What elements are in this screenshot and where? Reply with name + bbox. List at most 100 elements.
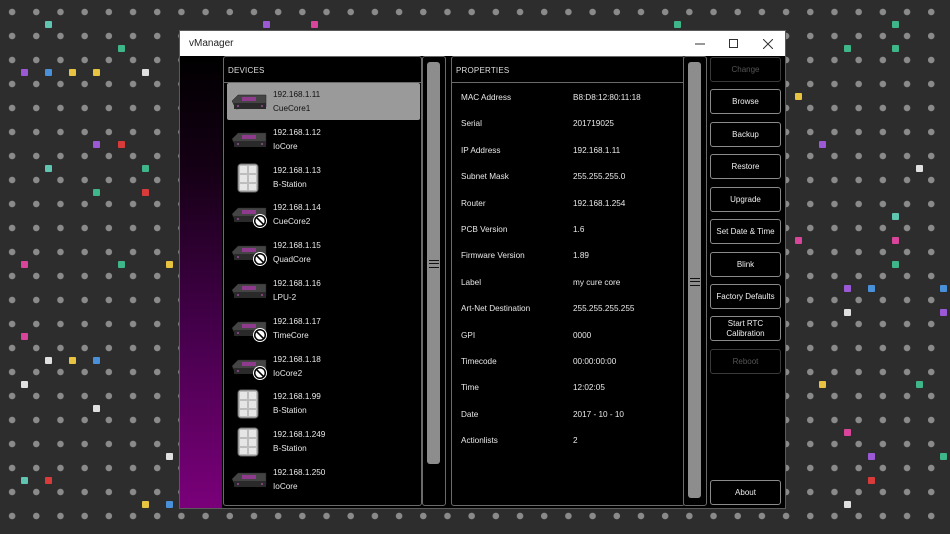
property-key: Actionlists xyxy=(461,436,498,446)
start-rtc-calibration-button[interactable]: Start RTC Calibration xyxy=(710,316,781,341)
background-dot xyxy=(940,452,948,460)
background-dot xyxy=(20,260,28,268)
background-dot xyxy=(819,380,827,388)
devices-scroll-thumb[interactable] xyxy=(427,62,440,464)
property-key: Date xyxy=(461,409,479,419)
minimize-button[interactable] xyxy=(683,31,717,56)
device-list-item[interactable]: 192.168.1.18 IoCore2 xyxy=(224,348,421,386)
device-name: CueCore1 xyxy=(273,104,311,113)
device-ip: 192.168.1.15 xyxy=(273,241,321,251)
background-dot xyxy=(20,332,28,340)
background-dot xyxy=(141,188,149,196)
bstation-device-icon xyxy=(237,427,259,457)
device-name: LPU-2 xyxy=(273,292,297,302)
background-dot xyxy=(843,500,851,508)
background-dot xyxy=(44,68,52,76)
device-ip: 192.168.1.250 xyxy=(273,467,326,477)
device-ip: 192.168.1.12 xyxy=(273,127,321,137)
property-row: Art-Net Destination 255.255.255.255 xyxy=(452,298,684,318)
timecore-device-icon xyxy=(231,321,267,342)
quadcore-device-icon xyxy=(231,245,267,267)
device-list-item[interactable]: 192.168.1.11 CueCore1 xyxy=(224,83,421,121)
property-row: Time 12:02:05 xyxy=(452,377,684,397)
background-dot xyxy=(117,260,125,268)
restore-button[interactable]: Restore xyxy=(710,154,781,179)
device-list-item[interactable]: 192.168.1.249 B-Station xyxy=(224,423,421,461)
background-dot xyxy=(843,284,851,292)
background-dot xyxy=(93,356,101,364)
property-key: PCB Version xyxy=(461,225,508,234)
property-key: MAC Address xyxy=(461,93,512,102)
minimize-icon xyxy=(695,43,705,44)
background-dot xyxy=(141,500,149,508)
background-dot xyxy=(93,140,101,148)
browse-button[interactable]: Browse xyxy=(710,89,781,114)
device-list-item[interactable]: 192.168.1.16 LPU-2 xyxy=(224,272,421,310)
properties-scroll-thumb[interactable] xyxy=(688,62,701,498)
device-name: IoCore xyxy=(273,141,298,151)
background-dot xyxy=(165,452,173,460)
property-row: Subnet Mask 255.255.255.0 xyxy=(452,166,684,186)
property-key: Art-Net Destination xyxy=(461,304,531,314)
device-name: IoCore xyxy=(273,481,298,491)
property-row: Label my cure core xyxy=(452,272,684,292)
device-name: IoCore2 xyxy=(273,368,303,378)
close-button[interactable] xyxy=(751,31,785,56)
property-row: Actionlists 2 xyxy=(452,430,684,450)
reboot-button[interactable]: Reboot xyxy=(710,349,781,374)
background-dot xyxy=(44,164,52,172)
vmanager-window: vManager DEVICES 192.168.1.11 CueCore1 192… xyxy=(180,31,785,508)
device-ip: 192.168.1.249 xyxy=(273,430,326,440)
device-ip: 192.168.1.17 xyxy=(273,316,321,326)
device-list-item[interactable]: 192.168.1.13 B-Station xyxy=(224,159,421,197)
device-list[interactable]: 192.168.1.11 CueCore1 192.168.1.12 IoCore 19… xyxy=(224,83,421,499)
background-dot xyxy=(674,20,682,28)
property-row: Serial 201719025 xyxy=(452,113,684,133)
background-dot xyxy=(93,188,101,196)
property-key: Timecode xyxy=(461,357,497,366)
device-name: TimeCore xyxy=(273,330,309,340)
cuecore-device-icon xyxy=(231,208,267,229)
upgrade-button[interactable]: Upgrade xyxy=(710,187,781,212)
devices-scrollbar[interactable] xyxy=(422,56,446,506)
maximize-button[interactable] xyxy=(717,31,751,56)
offline-icon xyxy=(253,252,267,267)
backup-button[interactable]: Backup xyxy=(710,122,781,147)
start-rtc-line2: Calibration xyxy=(726,328,765,338)
about-button[interactable]: About xyxy=(710,480,781,505)
blink-button[interactable]: Blink xyxy=(710,252,781,277)
property-value: 192.168.1.11 xyxy=(573,145,621,155)
title-bar[interactable]: vManager xyxy=(180,31,785,56)
factory-defaults-button[interactable]: Factory Defaults xyxy=(710,284,781,309)
set-date-time-button[interactable]: Set Date & Time xyxy=(710,219,781,244)
background-dot xyxy=(795,92,803,100)
grip-icon xyxy=(689,278,700,286)
background-dot xyxy=(940,284,948,292)
change-button[interactable]: Change xyxy=(710,57,781,82)
device-list-item[interactable]: 192.168.1.17 TimeCore xyxy=(224,310,421,348)
background-dot xyxy=(891,212,899,220)
device-list-item[interactable]: 192.168.1.12 IoCore xyxy=(224,121,421,159)
device-list-item[interactable]: 192.168.1.15 QuadCore xyxy=(224,234,421,272)
device-ip: 192.168.1.13 xyxy=(273,165,321,175)
background-dot xyxy=(867,452,875,460)
property-key: GPI xyxy=(461,330,476,340)
background-dot xyxy=(262,20,270,28)
background-dot xyxy=(891,236,899,244)
close-icon xyxy=(763,38,773,49)
device-list-item[interactable]: 192.168.1.250 IoCore xyxy=(224,461,421,499)
device-list-item[interactable]: 192.168.1.99 B-Station xyxy=(224,385,421,423)
window-title: vManager xyxy=(189,38,234,49)
offline-icon xyxy=(253,365,267,380)
background-dot xyxy=(117,44,125,52)
properties-scrollbar[interactable] xyxy=(683,56,707,506)
background-dot xyxy=(165,500,173,508)
background-dot xyxy=(867,476,875,484)
property-key: Serial xyxy=(461,119,482,129)
background-dot xyxy=(44,356,52,364)
cuecore-device-icon xyxy=(231,94,267,110)
property-key: Label xyxy=(461,277,482,287)
device-list-item[interactable]: 192.168.1.14 CueCore2 xyxy=(224,196,421,234)
property-row: Router 192.168.1.254 xyxy=(452,193,684,213)
device-name: B-Station xyxy=(273,406,307,416)
